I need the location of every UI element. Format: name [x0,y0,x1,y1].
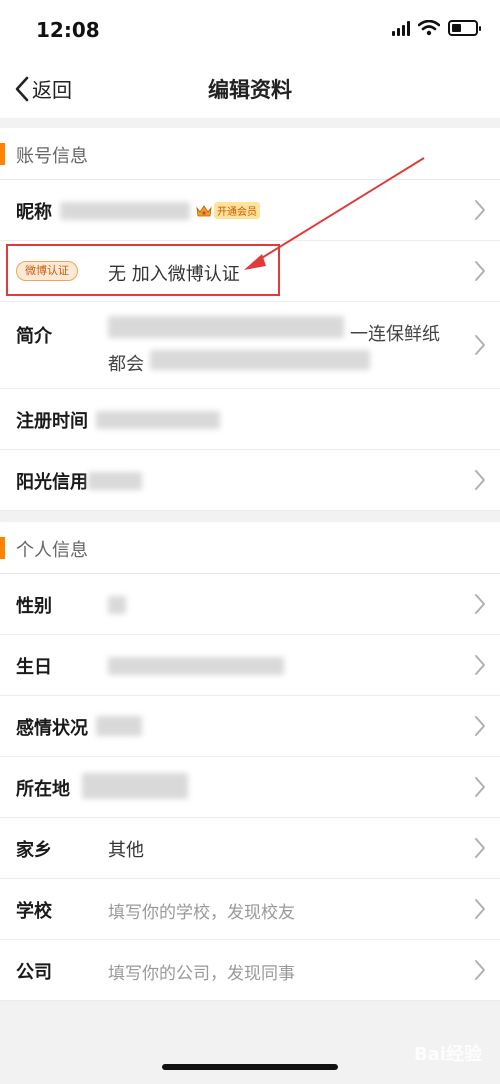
annotation-arrow-icon [244,157,425,270]
home-indicator[interactable] [162,1064,338,1070]
watermark: Bai经验 [413,1044,482,1065]
